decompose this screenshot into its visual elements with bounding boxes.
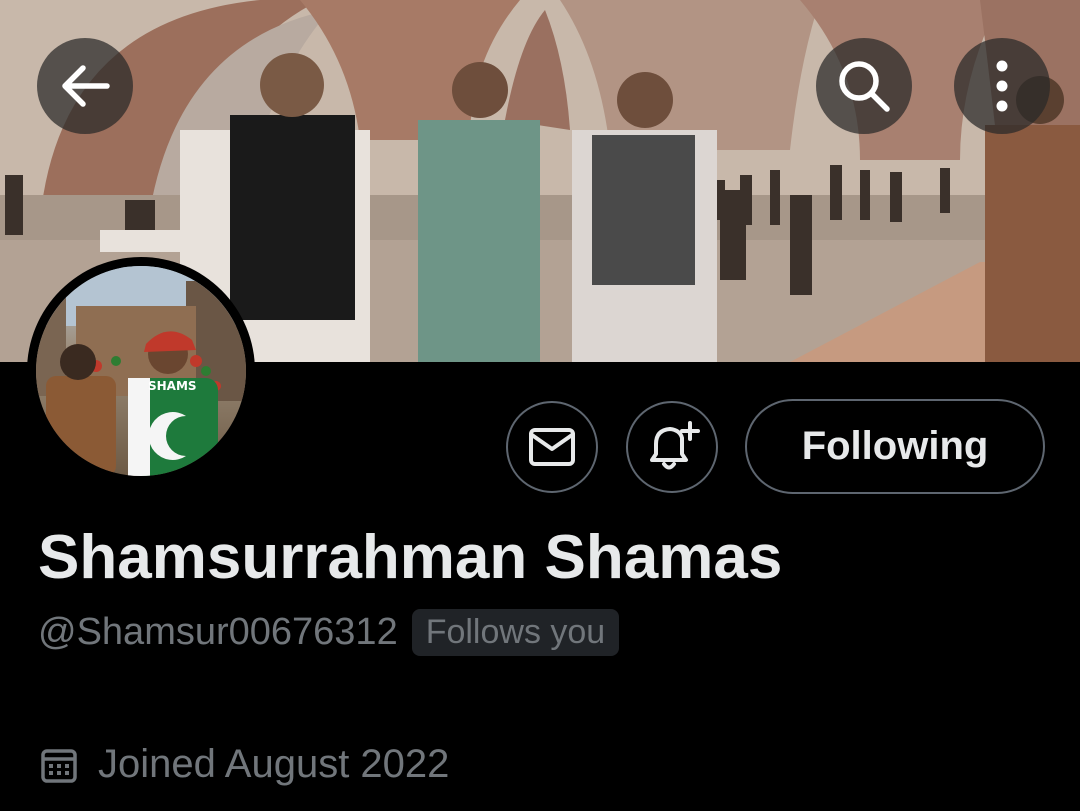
back-button[interactable] (37, 38, 133, 134)
arrow-left-icon (62, 65, 110, 107)
avatar-frame[interactable]: SHAMS (27, 257, 255, 485)
handle-row: @Shamsur00676312 Follows you (38, 609, 620, 656)
bell-plus-icon (650, 421, 700, 470)
search-icon (839, 61, 890, 112)
search-button[interactable] (816, 38, 912, 134)
notifications-button[interactable] (626, 401, 718, 493)
following-button[interactable]: Following (745, 399, 1045, 494)
follows-you-badge: Follows you (411, 609, 620, 656)
mail-icon (529, 428, 575, 466)
more-vertical-icon (996, 60, 1008, 112)
message-button[interactable] (506, 401, 598, 493)
avatar-shirt-text: SHAMS (148, 379, 197, 393)
display-name: Shamsurrahman Shamas (38, 523, 783, 592)
user-handle: @Shamsur00676312 (38, 611, 398, 653)
more-options-button[interactable] (954, 38, 1050, 134)
joined-row: Joined August 2022 (40, 742, 449, 787)
joined-date: Joined August 2022 (98, 742, 450, 786)
avatar: SHAMS (36, 266, 246, 476)
calendar-icon (41, 748, 77, 783)
avatar-image: SHAMS (36, 266, 246, 476)
